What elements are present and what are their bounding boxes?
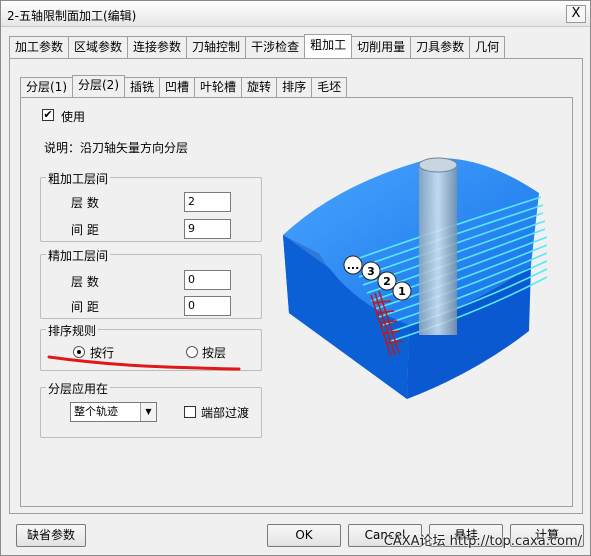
rough-group-title: 粗加工层间 <box>46 170 111 187</box>
subtab-sorting[interactable]: 排序 <box>276 77 313 97</box>
tab-connection-params[interactable]: 连接参数 <box>127 36 188 58</box>
end-transition-label: 端部过渡 <box>201 406 250 420</box>
marker-2: 2 <box>383 275 391 288</box>
red-annotation-stroke <box>47 355 241 371</box>
finish-group-title: 精加工层间 <box>46 247 111 264</box>
forum-watermark: CAXA论坛 http://top.caxa.com/ <box>383 534 582 549</box>
end-transition-checkbox[interactable] <box>184 406 196 418</box>
apply-scope-select[interactable]: 整个轨迹 ▼ <box>70 402 157 422</box>
marker-3: 3 <box>367 265 375 278</box>
marker-ellipsis: ... <box>347 259 360 272</box>
finish-spacing-label: 间 距 <box>71 300 99 314</box>
rough-count-label: 层 数 <box>71 196 99 210</box>
sub-tab-bar: 分层(1) 分层(2) 插铣 凹槽 叶轮槽 旋转 排序 毛坯 <box>20 75 348 97</box>
finish-spacing-input[interactable]: 0 <box>184 296 231 316</box>
title-bar: 2-五轴限制面加工(编辑) X <box>1 1 590 27</box>
toolpath-preview-image: ... 3 2 1 <box>283 157 548 399</box>
sort-group-title: 排序规则 <box>46 322 99 339</box>
close-button[interactable]: X <box>566 5 586 23</box>
subtab-impeller-slot[interactable]: 叶轮槽 <box>194 77 243 97</box>
finish-count-label: 层 数 <box>71 275 99 289</box>
apply-scope-value: 整个轨迹 <box>74 405 118 418</box>
subtab-rotation[interactable]: 旋转 <box>241 77 278 97</box>
tab-region-params[interactable]: 区域参数 <box>68 36 129 58</box>
rough-spacing-label: 间 距 <box>71 223 99 237</box>
tab-tool-axis-control[interactable]: 刀轴控制 <box>186 36 247 58</box>
main-tab-bar: 加工参数 区域参数 连接参数 刀轴控制 干涉检查 粗加工 切削用量 刀具参数 几… <box>9 34 506 58</box>
window-title: 2-五轴限制面加工(编辑) <box>7 9 137 23</box>
tab-machining-params[interactable]: 加工参数 <box>9 36 70 58</box>
rough-count-input[interactable]: 2 <box>184 192 231 212</box>
subtab-plunge[interactable]: 插铣 <box>124 77 161 97</box>
subtab-groove[interactable]: 凹槽 <box>159 77 196 97</box>
defaults-button[interactable]: 缺省参数 <box>16 524 86 547</box>
tab-rough-machining[interactable]: 粗加工 <box>304 34 353 58</box>
tab-geometry[interactable]: 几何 <box>469 36 506 58</box>
subtab-layer-1[interactable]: 分层(1) <box>20 77 73 97</box>
ok-button[interactable]: OK <box>267 524 341 547</box>
subtab-layer-2[interactable]: 分层(2) <box>72 75 125 97</box>
finish-count-input[interactable]: 0 <box>184 270 231 290</box>
tab-tool-params[interactable]: 刀具参数 <box>410 36 471 58</box>
description-text: 说明：沿刀轴矢量方向分层 <box>44 141 189 155</box>
tab-interference-check[interactable]: 干涉检查 <box>245 36 306 58</box>
apply-group-title: 分层应用在 <box>46 380 111 397</box>
tab-cutting-amount[interactable]: 切削用量 <box>351 36 412 58</box>
use-checkbox[interactable]: ✔ <box>42 109 54 121</box>
use-label: 使用 <box>61 110 86 124</box>
chevron-down-icon[interactable]: ▼ <box>140 403 156 421</box>
marker-1: 1 <box>398 285 406 298</box>
dialog-window: 2-五轴限制面加工(编辑) X 加工参数 区域参数 连接参数 刀轴控制 干涉检查… <box>0 0 591 556</box>
subtab-stock[interactable]: 毛坯 <box>311 77 348 97</box>
rough-spacing-input[interactable]: 9 <box>184 219 231 239</box>
